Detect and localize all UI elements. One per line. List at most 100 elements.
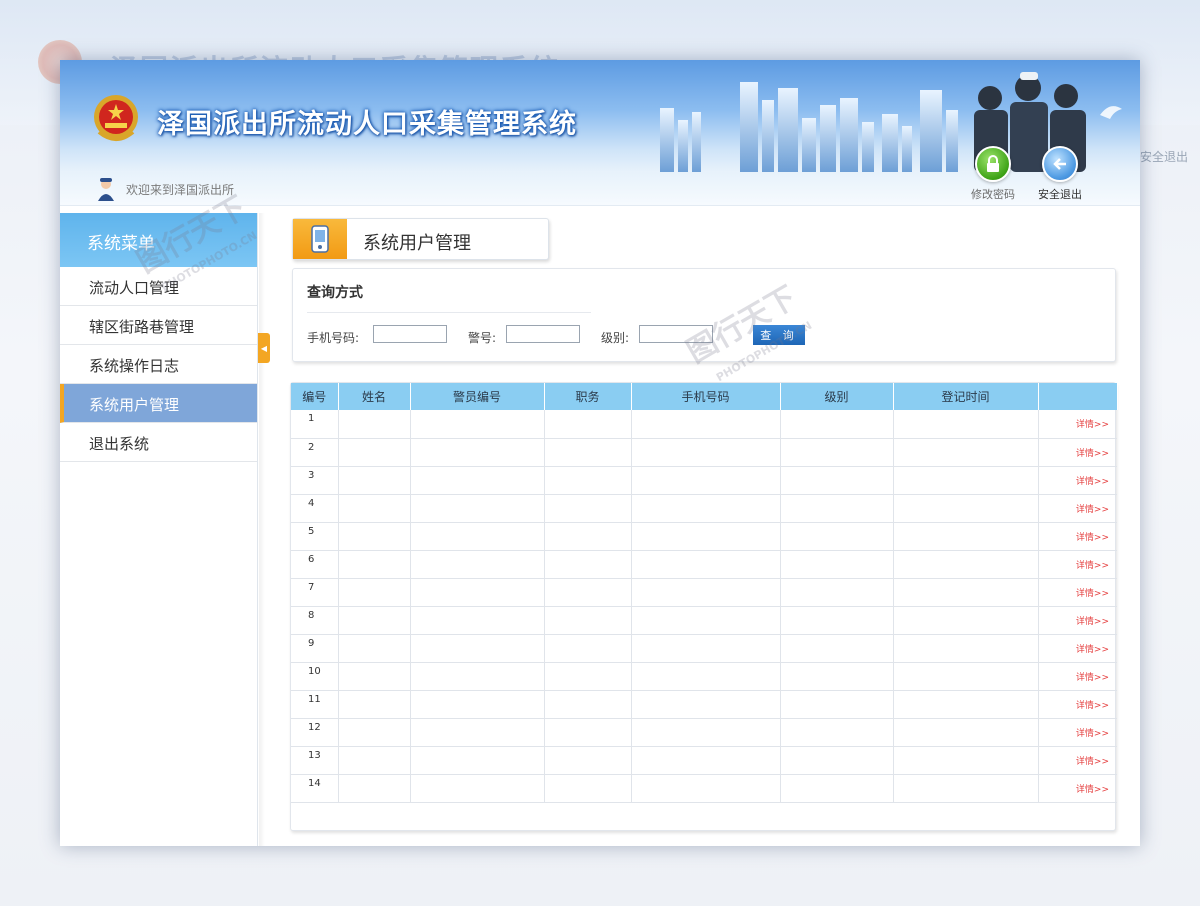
lock-icon: [975, 146, 1011, 182]
row-number: 8: [291, 606, 339, 635]
detail-link[interactable]: 详情>>: [1076, 449, 1109, 459]
detail-link[interactable]: 详情>>: [1076, 561, 1109, 571]
detail-link[interactable]: 详情>>: [1076, 617, 1109, 627]
detail-link[interactable]: 详情>>: [1076, 505, 1109, 515]
sidebar-item-operation-log[interactable]: 系统操作日志: [60, 345, 257, 384]
search-button[interactable]: 查 询: [753, 325, 805, 345]
police-emblem-icon: [94, 95, 138, 141]
table-row: 3 详情>>: [291, 466, 1117, 495]
phone-input[interactable]: [373, 325, 447, 343]
arrow-left-icon: [1042, 146, 1078, 182]
detail-link[interactable]: 详情>>: [1076, 729, 1109, 739]
table-cell: [410, 410, 545, 439]
detail-link[interactable]: 详情>>: [1076, 533, 1109, 543]
sidebar-item-floating-population[interactable]: 流动人口管理: [60, 267, 257, 306]
table-cell: [780, 746, 894, 775]
table-cell: [544, 438, 632, 467]
table-cell: [544, 578, 632, 607]
row-number: 5: [291, 522, 339, 551]
sidebar: 系统菜单 流动人口管理 辖区街路巷管理 系统操作日志 系统用户管理 退出系统: [60, 213, 258, 846]
column-header-officer-id: 警员编号: [410, 383, 545, 410]
table-cell: [780, 410, 894, 439]
table-cell: [780, 662, 894, 691]
table-cell: [780, 578, 894, 607]
detail-cell: 详情>>: [1038, 662, 1117, 691]
row-number: 11: [291, 690, 339, 719]
table-row: 8 详情>>: [291, 606, 1117, 635]
welcome-text: 欢迎来到泽国派出所: [126, 183, 235, 197]
detail-link[interactable]: 详情>>: [1076, 785, 1109, 795]
column-header-actions: [1038, 383, 1118, 410]
table-cell: [410, 774, 545, 803]
table-cell: [893, 634, 1039, 663]
row-number: 14: [291, 774, 339, 803]
user-table-panel: 编号 姓名 警员编号 职务 手机号码 级别 登记时间 1 详情>> 2 详情>> 3 详情…: [290, 382, 1118, 831]
detail-cell: 详情>>: [1038, 438, 1117, 467]
table-cell: [780, 522, 894, 551]
sidebar-divider: [259, 213, 265, 846]
table-cell: [410, 718, 545, 747]
column-header-position: 职务: [544, 383, 632, 410]
table-row: 10 详情>>: [291, 662, 1117, 691]
table-cell: [338, 494, 411, 523]
table-cell: [338, 690, 411, 719]
phone-card-icon: [293, 219, 347, 259]
table-cell: [410, 466, 545, 495]
table-row: 7 详情>>: [291, 578, 1117, 607]
collapse-sidebar-button[interactable]: ◀: [258, 333, 270, 363]
table-cell: [780, 438, 894, 467]
column-header-phone: 手机号码: [631, 383, 781, 410]
logout-button[interactable]: 安全退出: [1032, 146, 1088, 202]
table-cell: [631, 606, 781, 635]
table-cell: [631, 494, 781, 523]
sidebar-item-user-management[interactable]: 系统用户管理: [60, 384, 257, 423]
table-cell: [631, 410, 781, 439]
column-header-name: 姓名: [338, 383, 411, 410]
detail-link[interactable]: 详情>>: [1076, 477, 1109, 487]
table-cell: [780, 494, 894, 523]
detail-cell: 详情>>: [1038, 606, 1117, 635]
table-cell: [410, 746, 545, 775]
page-title-tab: 系统用户管理: [292, 218, 549, 260]
detail-link[interactable]: 详情>>: [1076, 701, 1109, 711]
column-header-number: 编号: [291, 383, 339, 410]
table-cell: [631, 634, 781, 663]
detail-cell: 详情>>: [1038, 634, 1117, 663]
detail-cell: 详情>>: [1038, 466, 1117, 495]
table-cell: [544, 746, 632, 775]
table-cell: [338, 634, 411, 663]
row-number: 4: [291, 494, 339, 523]
detail-link[interactable]: 详情>>: [1076, 757, 1109, 767]
table-cell: [631, 690, 781, 719]
detail-link[interactable]: 详情>>: [1076, 420, 1109, 430]
table-cell: [631, 438, 781, 467]
table-cell: [893, 522, 1039, 551]
table-cell: [410, 690, 545, 719]
detail-cell: 详情>>: [1038, 774, 1117, 803]
change-password-button[interactable]: 修改密码: [965, 146, 1021, 202]
detail-link[interactable]: 详情>>: [1076, 673, 1109, 683]
table-cell: [631, 662, 781, 691]
detail-link[interactable]: 详情>>: [1076, 589, 1109, 599]
sidebar-item-streets[interactable]: 辖区街路巷管理: [60, 306, 257, 345]
detail-cell: 详情>>: [1038, 746, 1117, 775]
table-cell: [544, 606, 632, 635]
table-row: 2 详情>>: [291, 438, 1117, 467]
table-cell: [338, 578, 411, 607]
table-cell: [544, 494, 632, 523]
query-title: 查询方式: [307, 282, 591, 313]
sidebar-item-exit-system[interactable]: 退出系统: [60, 423, 257, 462]
table-cell: [780, 466, 894, 495]
table-cell: [893, 606, 1039, 635]
table-cell: [893, 410, 1039, 439]
row-number: 2: [291, 438, 339, 467]
table-cell: [544, 690, 632, 719]
table-cell: [631, 550, 781, 579]
table-row: 14 详情>>: [291, 774, 1117, 803]
table-cell: [544, 550, 632, 579]
table-cell: [338, 438, 411, 467]
level-input[interactable]: [639, 325, 713, 343]
detail-link[interactable]: 详情>>: [1076, 645, 1109, 655]
badge-number-input[interactable]: [506, 325, 580, 343]
table-cell: [780, 550, 894, 579]
